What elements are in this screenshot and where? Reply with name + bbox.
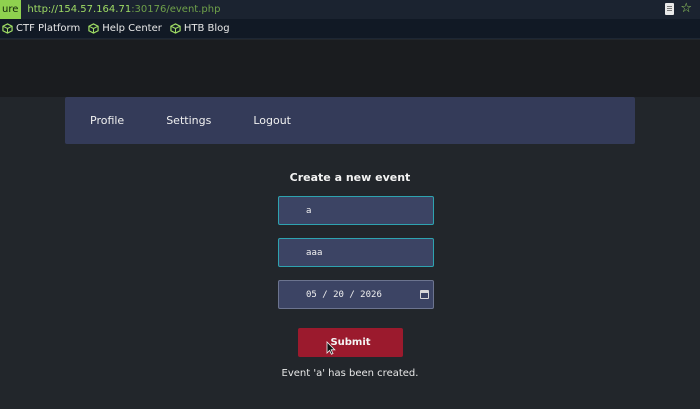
event-date-value: 05 / 20 / 2026 <box>306 289 382 300</box>
url-path: :30176/event.php <box>131 4 221 15</box>
status-message: Event 'a' has been created. <box>281 368 419 379</box>
bookmark-star-icon[interactable]: ☆ <box>680 2 692 15</box>
security-indicator[interactable]: ure <box>0 0 22 19</box>
url-text[interactable]: http://154.57.164.71 :30176/event.php <box>27 4 220 15</box>
htb-cube-icon <box>170 23 181 34</box>
nav-settings-link[interactable]: Settings <box>166 114 211 127</box>
page-info-icon[interactable] <box>665 2 675 15</box>
main-nav: Profile Settings Logout <box>65 97 635 144</box>
htb-cube-icon <box>88 23 99 34</box>
event-description-value: aaa <box>306 247 323 258</box>
htb-cube-icon <box>2 23 13 34</box>
bookmark-ctf-platform[interactable]: CTF Platform <box>2 23 80 34</box>
event-date-input[interactable]: 05 / 20 / 2026 <box>278 280 434 309</box>
form-title: Create a new event <box>289 171 411 184</box>
url-host: http://154.57.164.71 <box>27 4 132 15</box>
bookmark-label: HTB Blog <box>183 23 230 34</box>
bookmarks-bar: CTF Platform Help Center HTB Blog <box>0 19 700 39</box>
bookmark-label: Help Center <box>102 23 162 34</box>
browser-url-bar[interactable]: ure http://154.57.164.71 :30176/event.ph… <box>0 0 700 19</box>
page-header-band <box>0 40 700 97</box>
nav-profile-link[interactable]: Profile <box>90 114 124 127</box>
event-description-input[interactable]: aaa <box>278 238 434 267</box>
url-bar-actions: ☆ <box>665 2 692 15</box>
calendar-icon[interactable] <box>420 290 429 299</box>
event-name-input[interactable]: a <box>278 196 434 225</box>
bookmark-help-center[interactable]: Help Center <box>88 23 162 34</box>
mouse-cursor-icon <box>326 341 336 355</box>
bookmark-label: CTF Platform <box>16 23 81 34</box>
bookmark-htb-blog[interactable]: HTB Blog <box>170 23 230 34</box>
nav-logout-link[interactable]: Logout <box>253 114 291 127</box>
submit-button[interactable]: Submit <box>298 328 403 357</box>
event-name-value: a <box>306 205 312 216</box>
